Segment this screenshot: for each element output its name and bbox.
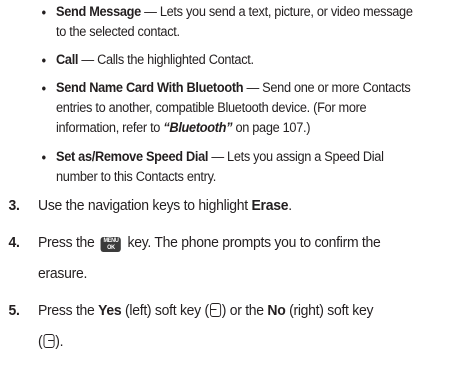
step-item: 5. Press the Yes (left) soft key () or t… [9, 295, 450, 357]
step-item: 4. Press the MENU OK key. The phone promp… [9, 227, 450, 289]
manual-page: • Send Message — Lets you send a text, p… [0, 0, 474, 365]
step-number: 3. [8, 197, 20, 214]
left-soft-key-icon [209, 303, 221, 317]
cross-reference: “Bluetooth” [163, 120, 233, 136]
step-number: 5. [8, 302, 20, 319]
bullet-icon: • [41, 4, 46, 20]
step-number: 4. [8, 234, 20, 251]
list-item: • Call — Calls the highlighted Contact. [41, 52, 254, 68]
list-item: • Send Message — Lets you send a text, p… [41, 4, 413, 40]
step-item: 3. Use the navigation keys to highlight … [9, 190, 450, 221]
menu-ok-key-icon: MENU OK [100, 237, 122, 252]
bullet-icon: • [41, 52, 46, 68]
list-item: • Send Name Card With Bluetooth — Send o… [41, 80, 411, 136]
bullet-icon: • [41, 149, 46, 165]
bullet-icon: • [41, 80, 46, 96]
list-item: • Set as/Remove Speed Dial — Lets you as… [41, 149, 384, 185]
right-soft-key-icon [43, 334, 55, 348]
